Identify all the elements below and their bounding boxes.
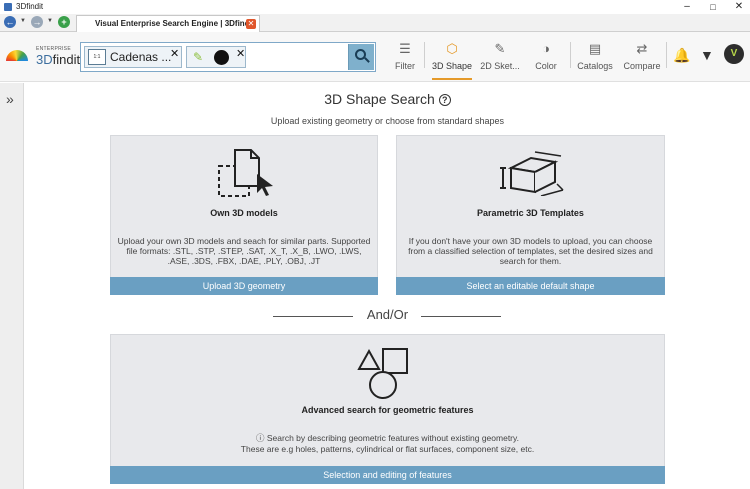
browser-tabstrip: ← ▼ → ▼ + Visual Enterprise Search Engin… <box>0 14 750 32</box>
cube-icon: ⬡ <box>446 41 458 56</box>
forward-history-icon[interactable]: ▼ <box>47 18 53 24</box>
toolbar-divider <box>666 42 667 68</box>
card-geometric-features-description-line2: These are e.g holes, patterns, cylindric… <box>240 444 535 454</box>
catalog-chip-label: Cadenas ... <box>110 50 172 64</box>
tool-color-label: Color <box>535 61 557 71</box>
tool-3d-shape[interactable]: ⬡ 3D Shape <box>430 40 474 80</box>
page-subtitle: Upload existing geometry or choose from … <box>270 116 505 126</box>
tool-compare[interactable]: ⇄ Compare <box>622 40 662 80</box>
catalog-filter-chip[interactable]: 1:1 Cadenas ... <box>84 46 182 68</box>
palette-icon: ◑ <box>542 41 550 56</box>
and-or-separator: And/Or <box>366 307 409 322</box>
search-button[interactable] <box>348 44 374 70</box>
tool-filter[interactable]: ☰ Filter <box>390 40 420 80</box>
remove-sketch-chip-icon[interactable]: ✕ <box>236 49 245 60</box>
tool-filter-label: Filter <box>395 61 415 71</box>
close-window-icon[interactable]: ✕ <box>732 1 746 13</box>
window-title: 3Dfindit <box>16 2 44 11</box>
browser-tab[interactable]: Visual Enterprise Search Engine | 3Dfind… <box>76 15 260 32</box>
page-title-text: 3D Shape Search <box>324 91 435 107</box>
new-tab-icon[interactable]: + <box>58 16 70 28</box>
logo[interactable]: ENTERPRISE 3Dfindit <box>6 44 80 70</box>
expand-sidebar-icon[interactable]: » <box>6 91 14 107</box>
sidebar-rail: » <box>0 83 24 489</box>
toolbar-divider <box>570 42 571 68</box>
funnel-icon[interactable]: ▼ <box>700 47 714 63</box>
card-own-3d-models-title: Own 3D models <box>210 208 278 218</box>
card-geometric-features-description-line1: ⓘ Search by describing geometric feature… <box>256 433 519 443</box>
page-title: 3D Shape Search? <box>25 91 750 107</box>
browser-tab-label: Visual Enterprise Search Engine | 3Dfind… <box>95 19 255 28</box>
card-own-3d-models-description: Upload your own 3D models and seach for … <box>117 236 371 266</box>
select-default-shape-button[interactable]: Select an editable default shape <box>396 277 665 295</box>
card-own-3d-models[interactable]: Own 3D models Upload your own 3D models … <box>110 135 378 295</box>
active-tab-underline <box>432 78 472 80</box>
black-color-dot-icon <box>214 50 229 65</box>
catalog-icon: ▤ <box>588 41 602 56</box>
card-geometric-features-title: Advanced search for geometric features <box>301 405 474 415</box>
logo-brand: 3Dfindit <box>36 52 80 67</box>
toolbar-divider <box>424 42 425 68</box>
card-parametric-templates-title: Parametric 3D Templates <box>477 208 584 218</box>
card-parametric-templates[interactable]: Parametric 3D Templates If you don't hav… <box>396 135 665 295</box>
logo-brand-suffix: findit <box>52 52 81 67</box>
tool-2d-sketch-label: 2D Sket... <box>480 61 520 71</box>
tool-compare-label: Compare <box>623 61 661 71</box>
remove-catalog-chip-icon[interactable]: ✕ <box>170 49 179 60</box>
catalog-thumbnail: 1:1 <box>88 49 106 65</box>
separator-line-right <box>421 316 501 317</box>
pencil-icon: ✎ <box>193 50 204 64</box>
card-parametric-templates-description: If you don't have your own 3D models to … <box>408 236 653 266</box>
back-icon[interactable]: ← <box>4 16 16 28</box>
tool-catalogs-label: Catalogs <box>577 61 613 71</box>
bell-icon[interactable]: 🔔 <box>673 47 690 64</box>
shapes-icon <box>357 348 408 399</box>
card-geometric-features[interactable]: Advanced search for geometric features ⓘ… <box>110 334 665 484</box>
pencil-icon: ✎ <box>494 41 506 56</box>
logo-arc-icon <box>6 50 28 61</box>
forward-icon[interactable]: → <box>31 16 43 28</box>
tool-2d-sketch[interactable]: ✎ 2D Sket... <box>478 40 522 80</box>
main-content: 3D Shape Search? Upload existing geometr… <box>25 83 750 489</box>
sliders-icon: ☰ <box>399 41 411 56</box>
app-toolbar: ENTERPRISE 3Dfindit 1:1 Cadenas ... ✕ ✎ … <box>0 32 750 82</box>
window-titlebar: 3Dfindit – □ ✕ <box>0 0 750 14</box>
app-icon <box>4 3 12 11</box>
compare-icon: ⇄ <box>636 41 648 56</box>
help-icon[interactable]: ? <box>438 94 451 106</box>
minimize-icon[interactable]: – <box>680 1 694 13</box>
selection-editing-features-button[interactable]: Selection and editing of features <box>110 466 665 484</box>
tool-catalogs[interactable]: ▤ Catalogs <box>576 40 614 80</box>
back-history-icon[interactable]: ▼ <box>20 18 26 24</box>
search-box[interactable]: 1:1 Cadenas ... ✕ ✎ ✕ <box>80 42 376 72</box>
search-icon-handle <box>364 57 370 63</box>
upload-file-icon <box>218 149 273 197</box>
close-tab-icon[interactable]: ✕ <box>246 19 256 29</box>
user-avatar[interactable]: V <box>724 44 744 64</box>
logo-brand-prefix: 3D <box>36 52 53 67</box>
tool-color[interactable]: ◑ Color <box>530 40 562 80</box>
upload-3d-geometry-button[interactable]: Upload 3D geometry <box>110 277 378 295</box>
maximize-icon[interactable]: □ <box>706 1 720 13</box>
parametric-box-icon <box>500 151 564 196</box>
tool-3d-shape-label: 3D Shape <box>431 61 473 71</box>
